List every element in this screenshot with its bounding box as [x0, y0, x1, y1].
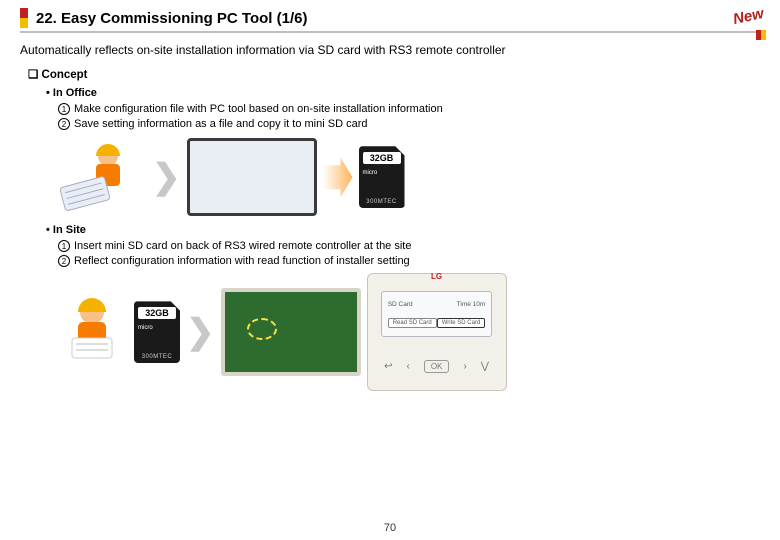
page-number: 70	[0, 522, 780, 534]
slide: New 22. Easy Commissioning PC Tool (1/6)…	[0, 0, 780, 540]
sd-slot-highlight-icon	[247, 318, 277, 340]
remote-read-btn: Read SD Card	[388, 318, 437, 328]
office-step-2: 2 Save setting information as a file and …	[58, 118, 760, 130]
circled-2-icon: 2	[58, 118, 70, 130]
ok-button: OK	[424, 360, 450, 373]
circled-1-icon: 1	[58, 103, 70, 115]
chevron-right-icon: ❯	[186, 312, 215, 352]
corner-marker-icon	[756, 30, 766, 40]
office-label: • In Office	[46, 87, 760, 99]
sd-capacity: 32GB	[363, 152, 401, 164]
title-underline	[20, 31, 760, 33]
remote-controller-image: LG SD Card Time 10m Read SD CardWrite SD …	[367, 273, 507, 391]
site-image-row: 32GB micro 300MTEC ❯ LG SD Card Time 10m …	[56, 273, 760, 391]
circled-1-icon: 1	[58, 240, 70, 252]
pcb-board-image	[221, 288, 361, 376]
remote-write-btn: Write SD Card	[437, 318, 486, 328]
site-step-2-text: Reflect configuration information with r…	[74, 255, 410, 267]
remote-controls: ↩ ‹ OK › ⋁	[384, 343, 489, 390]
subtitle: Automatically reflects on-site installat…	[20, 43, 760, 57]
site-step-2: 2 Reflect configuration information with …	[58, 255, 760, 267]
concept-heading-text: Concept	[42, 69, 88, 81]
sd-capacity: 32GB	[138, 307, 176, 319]
office-step-2-text: Save setting information as a file and c…	[74, 118, 367, 130]
title-row: 22. Easy Commissioning PC Tool (1/6)	[20, 8, 760, 28]
chevron-right-icon: ❯	[152, 157, 181, 197]
office-step-1-text: Make configuration file with PC tool bas…	[74, 103, 443, 115]
site-label-text: In Site	[53, 224, 86, 236]
title-marker-icon	[20, 8, 28, 28]
sd-micro-label: micro	[138, 325, 153, 331]
back-icon: ↩	[384, 361, 392, 372]
sd-brand: 300MTEC	[134, 354, 180, 360]
arrow-right-icon	[323, 157, 353, 197]
site-step-1: 1 Insert mini SD card on back of RS3 wire…	[58, 240, 760, 252]
remote-brand: LG	[431, 272, 442, 281]
sd-card-image: 32GB micro 300MTEC	[134, 301, 180, 363]
office-label-text: In Office	[53, 87, 97, 99]
sd-brand: 300MTEC	[359, 199, 405, 205]
site-label: • In Site	[46, 224, 760, 236]
remote-hdr-left: SD Card	[388, 301, 413, 308]
down-icon: ⋁	[481, 361, 489, 372]
monitor-image	[187, 138, 317, 216]
concept-heading: ❑ Concept	[28, 67, 760, 81]
remote-screen: SD Card Time 10m Read SD CardWrite SD Car…	[381, 291, 493, 337]
remote-hdr-right: Time 10m	[457, 301, 486, 308]
page-title: 22. Easy Commissioning PC Tool (1/6)	[36, 10, 307, 27]
site-step-1-text: Insert mini SD card on back of RS3 wired…	[74, 240, 411, 252]
circled-2-icon: 2	[58, 255, 70, 267]
office-step-1: 1 Make configuration file with PC tool ba…	[58, 103, 760, 115]
worker-image	[56, 292, 128, 372]
worker-blueprint-image	[56, 140, 146, 214]
office-image-row: ❯ 32GB micro 300MTEC	[56, 138, 760, 216]
sd-card-image: 32GB micro 300MTEC	[359, 146, 405, 208]
sd-micro-label: micro	[363, 170, 378, 176]
left-icon: ‹	[406, 361, 409, 372]
right-icon: ›	[463, 361, 466, 372]
